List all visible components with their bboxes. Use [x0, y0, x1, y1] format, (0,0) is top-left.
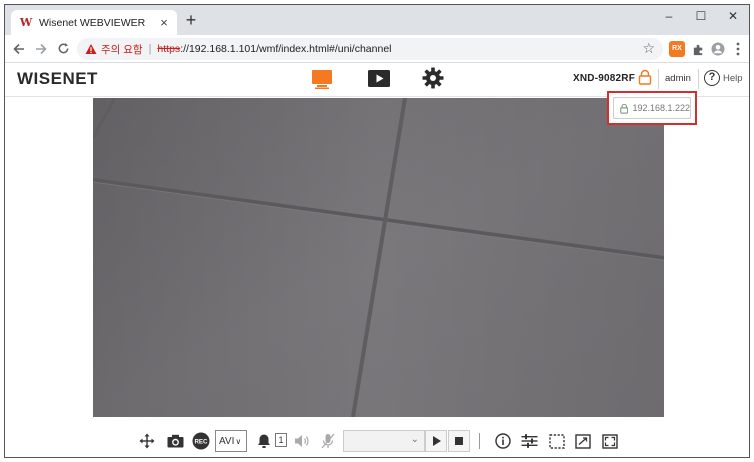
window-controls: – ☐ ✕	[653, 5, 749, 29]
browser-toolbar: 주의 요함 | https ://192.168.1.101/wmf/index…	[5, 35, 749, 63]
control-divider	[479, 433, 480, 449]
snapshot-camera-icon[interactable]	[165, 431, 185, 451]
record-format-select[interactable]: AVI ∨	[215, 430, 247, 452]
playback-icon[interactable]	[367, 68, 391, 90]
url-separator: |	[148, 43, 152, 55]
back-arrow-icon	[13, 43, 24, 55]
header-divider	[658, 69, 659, 89]
ip-address-label: 192.168.1.222	[632, 103, 690, 113]
extension-rx-icon[interactable]: RX	[669, 41, 685, 57]
help-label[interactable]: Help	[723, 73, 743, 84]
ip-popup-highlight: 192.168.1.222	[607, 91, 697, 125]
fullscreen-icon[interactable]	[600, 431, 620, 451]
help-icon[interactable]: ?	[704, 70, 720, 86]
stream-profile-select[interactable]: ⌄	[343, 430, 425, 452]
stop-button[interactable]	[448, 430, 470, 452]
forward-button[interactable]	[31, 39, 51, 59]
bookmark-star-icon[interactable]: ☆	[642, 40, 655, 57]
url-path: ://192.168.1.101/wmf/index.html#/uni/cha…	[180, 43, 392, 55]
stop-icon	[455, 437, 463, 445]
fit-to-screen-icon[interactable]	[573, 431, 593, 451]
forward-arrow-icon	[36, 43, 47, 55]
extensions-puzzle-icon[interactable]	[689, 39, 707, 59]
username-label[interactable]: admin	[665, 73, 691, 84]
tab-title: Wisenet WEBVIEWER	[39, 16, 146, 29]
header-divider	[698, 69, 699, 89]
wisenet-logo: WISENET	[17, 69, 98, 88]
play-button[interactable]	[425, 430, 447, 452]
security-warning-label: 주의 요함	[101, 43, 143, 56]
ceiling-tile-image	[93, 98, 664, 417]
device-model-label: XND-9082RF	[573, 73, 636, 84]
record-rec-icon[interactable]: REC	[191, 431, 211, 451]
lock-icon	[620, 103, 629, 114]
new-tab-button[interactable]: +	[181, 11, 201, 31]
chevron-down-icon: ⌄	[410, 434, 419, 445]
browser-tab[interactable]: W Wisenet WEBVIEWER ×	[11, 10, 177, 35]
play-icon	[433, 436, 441, 446]
profile-avatar-icon[interactable]	[709, 39, 727, 59]
alarm-output-count[interactable]: 1	[275, 433, 287, 447]
browser-menu-icon[interactable]	[729, 39, 747, 59]
back-button[interactable]	[9, 39, 29, 59]
warning-triangle-icon	[85, 44, 97, 54]
tab-strip: W Wisenet WEBVIEWER × + – ☐ ✕	[5, 5, 749, 35]
format-value: AVI	[219, 435, 235, 447]
live-view-monitor-icon[interactable]	[311, 68, 333, 90]
speaker-icon[interactable]	[293, 431, 311, 451]
address-bar[interactable]: 주의 요함 | https ://192.168.1.101/wmf/index…	[77, 38, 663, 60]
ptz-move-icon[interactable]	[137, 431, 157, 451]
live-video-feed[interactable]	[93, 98, 664, 417]
chevron-down-icon: ∨	[235, 436, 242, 446]
ip-address-item[interactable]: 192.168.1.222	[613, 97, 691, 119]
roi-select-icon[interactable]	[547, 431, 567, 451]
alarm-bell-icon[interactable]	[255, 431, 273, 451]
close-window-button[interactable]: ✕	[717, 5, 749, 27]
tab-close-icon[interactable]: ×	[157, 15, 171, 30]
video-control-bar: REC AVI ∨ 1 ⌄	[5, 427, 749, 455]
reload-icon	[58, 43, 68, 54]
svg-text:REC: REC	[194, 439, 208, 446]
browser-window: W Wisenet WEBVIEWER × + – ☐ ✕ 주의 요함 | ht…	[4, 4, 750, 458]
lock-icon[interactable]	[638, 69, 652, 85]
info-icon[interactable]	[493, 431, 513, 451]
mic-muted-icon[interactable]	[319, 431, 337, 451]
reload-button[interactable]	[53, 39, 73, 59]
maximize-button[interactable]: ☐	[685, 5, 717, 27]
settings-gear-icon[interactable]	[421, 66, 445, 90]
image-adjust-icon[interactable]	[519, 431, 539, 451]
wisenet-favicon-icon: W	[19, 15, 33, 29]
url-scheme: https	[157, 43, 181, 55]
minimize-button[interactable]: –	[653, 5, 685, 27]
